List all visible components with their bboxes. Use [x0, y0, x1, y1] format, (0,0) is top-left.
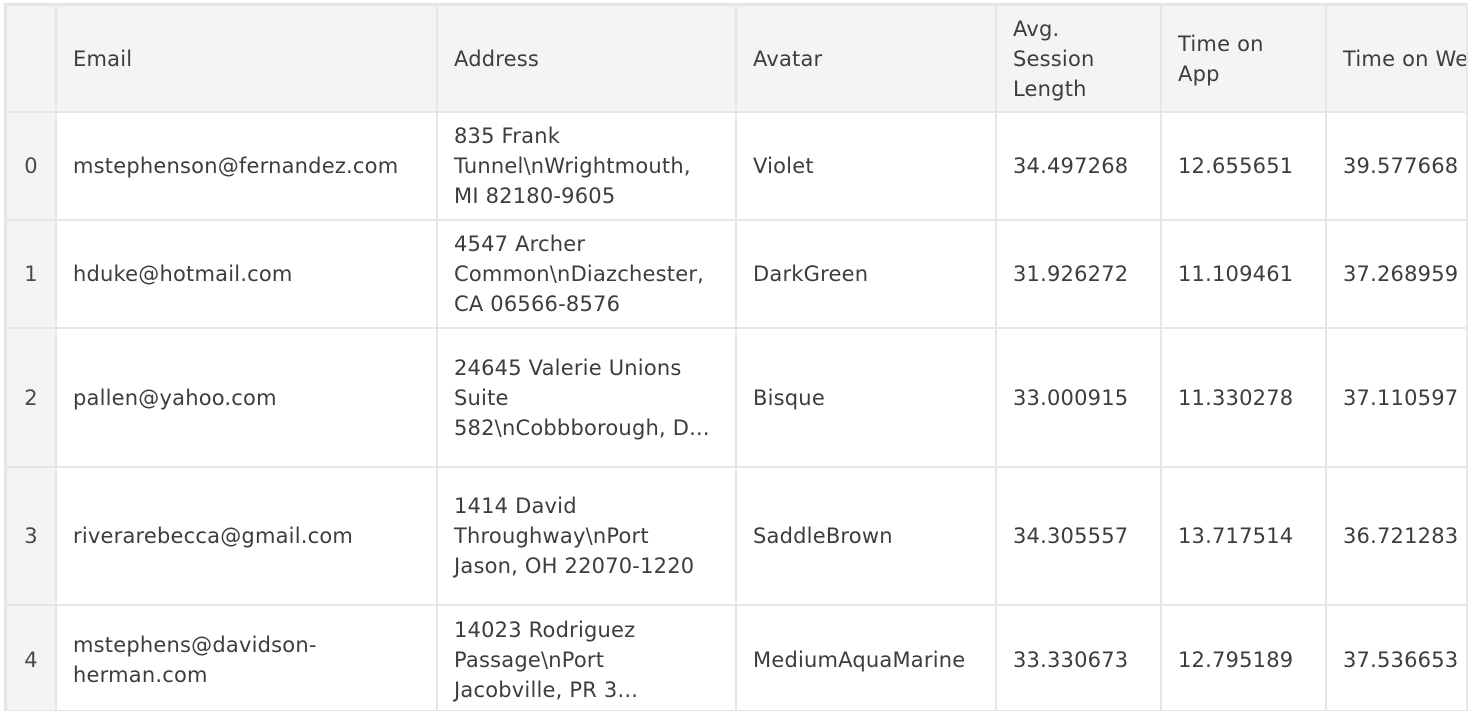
cell-avg-session-length[interactable]: 33.000915	[995, 327, 1162, 468]
index-column-header	[5, 4, 57, 113]
cell-avg-session-length[interactable]: 34.497268	[995, 111, 1162, 221]
cell-time-on-website[interactable]: 36.721283	[1325, 466, 1466, 606]
row-index: 2	[5, 327, 57, 468]
cell-time-on-app[interactable]: 11.330278	[1160, 327, 1327, 468]
column-header-avg-session-length[interactable]: Avg. Session Length	[995, 4, 1162, 113]
column-header-time-on-website[interactable]: Time on Website	[1325, 4, 1466, 113]
cell-avatar[interactable]: MediumAquaMarine	[735, 604, 997, 710]
table-row: 4 mstephens@davidson-herman.com 14023 Ro…	[5, 604, 1466, 710]
cell-address[interactable]: 24645 Valerie Unions Suite 582\nCobbboro…	[436, 327, 737, 468]
cell-avatar[interactable]: Bisque	[735, 327, 997, 468]
cell-address[interactable]: 4547 Archer Common\nDiazchester, CA 0656…	[436, 219, 737, 329]
cell-address[interactable]: 1414 David Throughway\nPort Jason, OH 22…	[436, 466, 737, 606]
row-index: 3	[5, 466, 57, 606]
cell-avg-session-length[interactable]: 31.926272	[995, 219, 1162, 329]
table-row: 1 hduke@hotmail.com 4547 Archer Common\n…	[5, 219, 1466, 329]
cell-time-on-app[interactable]: 12.795189	[1160, 604, 1327, 710]
cell-avg-session-length[interactable]: 34.305557	[995, 466, 1162, 606]
cell-avatar[interactable]: Violet	[735, 111, 997, 221]
table-row: 3 riverarebecca@gmail.com 1414 David Thr…	[5, 466, 1466, 606]
cell-address[interactable]: 14023 Rodriguez Passage\nPort Jacobville…	[436, 604, 737, 710]
cell-email[interactable]: hduke@hotmail.com	[55, 219, 438, 329]
cell-avg-session-length[interactable]: 33.330673	[995, 604, 1162, 710]
row-index: 1	[5, 219, 57, 329]
row-index: 0	[5, 111, 57, 221]
cell-time-on-app[interactable]: 12.655651	[1160, 111, 1327, 221]
column-header-avatar[interactable]: Avatar	[735, 4, 997, 113]
cell-avatar[interactable]: DarkGreen	[735, 219, 997, 329]
cell-time-on-website[interactable]: 37.536653	[1325, 604, 1466, 710]
column-header-time-on-app[interactable]: Time on App	[1160, 4, 1327, 113]
dataframe-table: Email Address Avatar Avg. Session Length…	[5, 4, 1466, 710]
cell-time-on-app[interactable]: 11.109461	[1160, 219, 1327, 329]
cell-email[interactable]: pallen@yahoo.com	[55, 327, 438, 468]
cell-time-on-app[interactable]: 13.717514	[1160, 466, 1327, 606]
table-row: 0 mstephenson@fernandez.com 835 Frank Tu…	[5, 111, 1466, 221]
row-index: 4	[5, 604, 57, 710]
dataframe-table-container[interactable]: Email Address Avatar Avg. Session Length…	[4, 3, 1468, 711]
cell-time-on-website[interactable]: 39.577668	[1325, 111, 1466, 221]
cell-time-on-website[interactable]: 37.110597	[1325, 327, 1466, 468]
cell-email[interactable]: mstephens@davidson-herman.com	[55, 604, 438, 710]
cell-email[interactable]: riverarebecca@gmail.com	[55, 466, 438, 606]
header-row: Email Address Avatar Avg. Session Length…	[5, 4, 1466, 113]
cell-address[interactable]: 835 Frank Tunnel\nWrightmouth, MI 82180-…	[436, 111, 737, 221]
cell-avatar[interactable]: SaddleBrown	[735, 466, 997, 606]
cell-email[interactable]: mstephenson@fernandez.com	[55, 111, 438, 221]
column-header-email[interactable]: Email	[55, 4, 438, 113]
table-row: 2 pallen@yahoo.com 24645 Valerie Unions …	[5, 327, 1466, 468]
cell-time-on-website[interactable]: 37.268959	[1325, 219, 1466, 329]
column-header-address[interactable]: Address	[436, 4, 737, 113]
